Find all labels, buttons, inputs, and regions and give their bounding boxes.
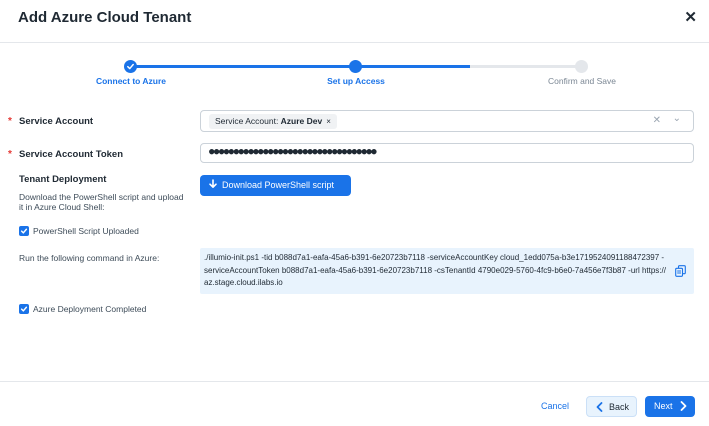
download-script-button[interactable]: Download PowerShell script <box>200 175 351 196</box>
dialog-header: Add Azure Cloud Tenant ✕ <box>0 0 709 43</box>
step-label-confirm: Confirm and Save <box>547 76 617 86</box>
chevron-left-icon <box>596 402 603 412</box>
service-account-chip: Service Account: Azure Dev × <box>209 114 337 129</box>
step-label-connect[interactable]: Connect to Azure <box>96 76 166 86</box>
step-access-current-dot <box>349 60 362 73</box>
chevron-down-icon[interactable]: ⌄ <box>673 113 681 124</box>
required-marker: * <box>8 116 12 127</box>
command-box: ./illumio-init.ps1 -tid b088d7a1-eafa-45… <box>200 248 694 294</box>
stepper-track-completed <box>130 65 356 68</box>
dialog-title: Add Azure Cloud Tenant <box>18 9 192 26</box>
service-account-token-field[interactable]: ●●●●●●●●●●●●●●●●●●●●●●●●●●●●●●●●●● <box>200 143 694 163</box>
back-label: Back <box>609 402 630 412</box>
back-button[interactable]: Back <box>586 396 637 417</box>
check-icon <box>20 306 28 312</box>
deployment-completed-label: Azure Deployment Completed <box>33 304 147 314</box>
step-confirm-pending-dot <box>575 60 588 73</box>
command-label: Run the following command in Azure: <box>19 253 160 263</box>
script-uploaded-label: PowerShell Script Uploaded <box>33 226 139 236</box>
next-button[interactable]: Next <box>645 396 695 417</box>
tenant-deployment-help: Download the PowerShell script and uploa… <box>19 192 184 212</box>
wizard-stepper: Connect to Azure Set up Access Confirm a… <box>0 56 709 90</box>
required-marker: * <box>8 149 12 160</box>
check-icon <box>127 63 134 70</box>
check-icon <box>20 228 28 234</box>
chevron-right-icon <box>680 401 687 411</box>
clear-selection-icon[interactable]: ✕ <box>653 115 661 126</box>
chip-value: Azure Dev <box>280 116 323 126</box>
download-script-label: Download PowerShell script <box>222 180 335 190</box>
script-uploaded-checkbox[interactable] <box>19 226 29 236</box>
tenant-deployment-label: Tenant Deployment <box>19 174 107 185</box>
service-account-label: Service Account <box>19 116 94 127</box>
close-icon[interactable]: ✕ <box>684 10 697 25</box>
step-connect-completed-dot <box>124 60 137 73</box>
deployment-completed-checkbox[interactable] <box>19 304 29 314</box>
stepper-track-pending <box>470 65 582 68</box>
cancel-button[interactable]: Cancel <box>541 401 569 411</box>
chip-remove-icon[interactable]: × <box>326 117 331 126</box>
download-icon <box>209 179 217 188</box>
service-account-token-label: Service Account Token <box>19 149 124 160</box>
command-text[interactable]: ./illumio-init.ps1 -tid b088d7a1-eafa-45… <box>204 252 666 290</box>
step-label-access: Set up Access <box>327 76 385 86</box>
next-label: Next <box>654 401 673 411</box>
service-account-select[interactable]: Service Account: Azure Dev × ✕ ⌄ <box>200 110 694 132</box>
copy-icon[interactable] <box>675 265 686 277</box>
stepper-track-progress <box>356 65 470 68</box>
dialog-footer: Cancel Back Next <box>0 381 709 426</box>
chip-prefix: Service Account: <box>215 116 281 126</box>
